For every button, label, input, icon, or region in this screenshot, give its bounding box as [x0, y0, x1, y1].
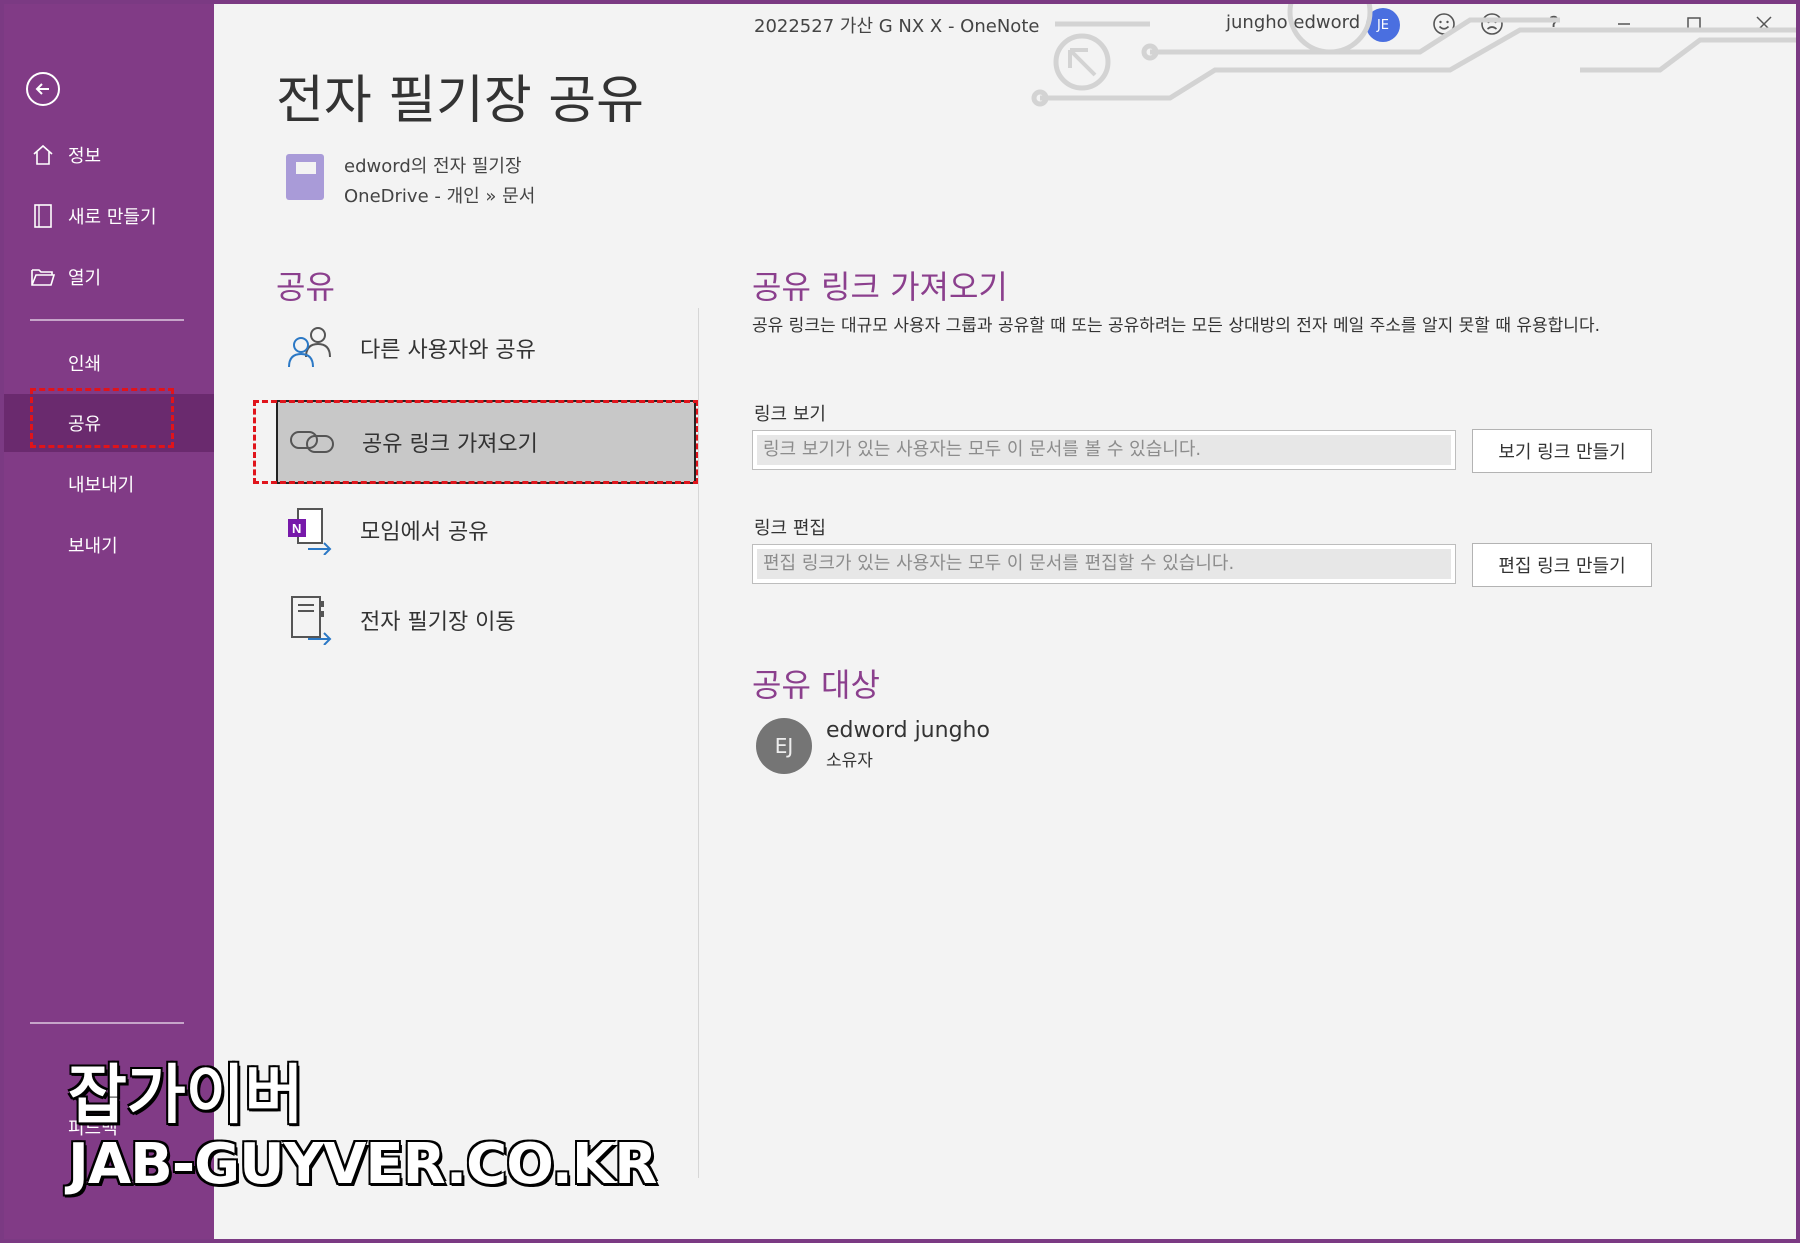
option-label: 다른 사용자와 공유: [360, 338, 536, 363]
owner-name: edword jungho: [826, 718, 990, 743]
sidebar-item-send[interactable]: 보내기: [0, 516, 214, 574]
folder-open-icon: [30, 264, 56, 290]
notebook-path: OneDrive - 개인 » 문서: [344, 186, 536, 207]
option-label: 전자 필기장 이동: [360, 610, 516, 635]
share-with-people-option[interactable]: 다른 사용자와 공유: [276, 306, 696, 390]
sidebar-item-label: 내보내기: [68, 475, 135, 496]
sidebar-divider: [30, 319, 184, 321]
edit-link-placeholder: 편집 링크가 있는 사용자는 모두 이 문서를 편집할 수 있습니다.: [757, 549, 1451, 579]
home-icon: [30, 142, 56, 168]
onenote-meeting-icon: N: [284, 504, 336, 556]
sidebar-item-label: 보내기: [68, 536, 118, 557]
sidebar-item-open[interactable]: 열기: [0, 248, 214, 306]
share-section-heading: 공유: [276, 268, 335, 306]
notebook-name: edword의 전자 필기장: [344, 156, 522, 177]
back-arrow-icon[interactable]: [26, 72, 60, 106]
view-link-label: 링크 보기: [754, 404, 826, 425]
sidebar-item-label: 새로 만들기: [68, 207, 157, 228]
sidebar-item-info[interactable]: 정보: [0, 126, 214, 184]
new-notebook-icon: [30, 203, 56, 229]
watermark-url: JAB-GUYVER.CO.KR: [68, 1132, 657, 1197]
page-title: 전자 필기장 공유: [276, 71, 644, 131]
decorative-circuit-graphic: [1031, 0, 1800, 107]
view-link-placeholder: 링크 보기가 있는 사용자는 모두 이 문서를 볼 수 있습니다.: [757, 435, 1451, 465]
sidebar-item-export[interactable]: 내보내기: [0, 455, 214, 513]
share-link-heading: 공유 링크 가져오기: [752, 268, 1008, 306]
owner-avatar: EJ: [756, 718, 812, 774]
move-notebook-option[interactable]: 전자 필기장 이동: [276, 578, 696, 662]
sidebar-item-new[interactable]: 새로 만들기: [0, 187, 214, 245]
highlight-annotation: [30, 388, 174, 448]
sidebar-divider: [30, 1022, 184, 1024]
sidebar-item-print[interactable]: 인쇄: [0, 334, 214, 392]
edit-link-label: 링크 편집: [754, 518, 826, 539]
share-in-meeting-option[interactable]: N 모임에서 공유: [276, 488, 696, 572]
owner-role: 소유자: [826, 751, 873, 771]
view-link-field[interactable]: 링크 보기가 있는 사용자는 모두 이 문서를 볼 수 있습니다.: [752, 430, 1456, 470]
option-label: 모임에서 공유: [360, 520, 489, 545]
move-notebook-icon: [284, 594, 336, 646]
share-link-description: 공유 링크는 대규모 사용자 그룹과 공유할 때 또는 공유하려는 모든 상대방…: [752, 316, 1600, 336]
column-divider: [698, 308, 699, 1178]
watermark-title: 잡가이버: [68, 1059, 304, 1133]
create-edit-link-button[interactable]: 편집 링크 만들기: [1472, 543, 1652, 587]
notebook-icon: [286, 154, 324, 200]
highlight-annotation: [253, 400, 699, 484]
create-view-link-button[interactable]: 보기 링크 만들기: [1472, 429, 1652, 473]
window-title: 2022527 가산 G NX X - OneNote: [754, 16, 1040, 37]
shared-with-heading: 공유 대상: [752, 666, 880, 704]
edit-link-field[interactable]: 편집 링크가 있는 사용자는 모두 이 문서를 편집할 수 있습니다.: [752, 544, 1456, 584]
people-icon: [284, 322, 336, 374]
svg-text:N: N: [292, 521, 301, 536]
sidebar-item-label: 인쇄: [68, 354, 102, 375]
sidebar-item-label: 정보: [68, 146, 102, 167]
sidebar-item-label: 열기: [68, 268, 102, 289]
